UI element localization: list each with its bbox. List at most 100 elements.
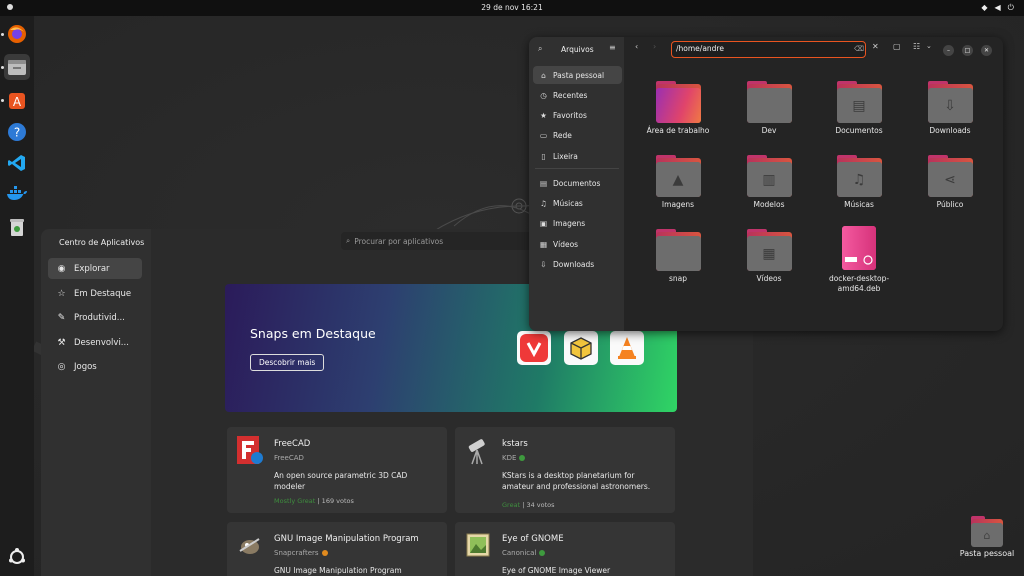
folder-music[interactable]: ♫ Músicas	[819, 155, 899, 210]
show-apps-button[interactable]	[4, 544, 30, 570]
files-title: Arquivos	[561, 45, 594, 54]
sidebar-item-label: Imagens	[553, 218, 586, 228]
app-center-sidebar: Centro de Aplicativos ◉ Explorar ☆ Em Dest…	[41, 229, 151, 576]
folder-label: snap	[668, 274, 688, 283]
sidebar-item-label: Recentes	[553, 90, 588, 100]
svg-text:?: ?	[14, 126, 20, 140]
sidebar-item-pictures[interactable]: ▣ Imagens	[533, 214, 622, 232]
folder-label: Público	[936, 200, 964, 209]
file-docker-deb[interactable]: docker-desktop-amd64.deb	[819, 225, 899, 294]
image-viewer-icon	[466, 533, 490, 557]
network-icon: ▭	[539, 130, 548, 140]
app-description: An open source parametric 3D CAD modeler	[274, 471, 408, 491]
star-developer-icon	[321, 550, 328, 556]
close-button[interactable]: ✕	[981, 45, 992, 56]
share-icon: ⋖	[927, 162, 973, 197]
close-location-button[interactable]: ✕	[872, 42, 879, 51]
files-sidebar-header: ⌕ Arquivos ≡	[529, 37, 624, 61]
back-button[interactable]: ‹	[635, 42, 638, 51]
folder-documents[interactable]: ▤ Documentos	[819, 81, 899, 136]
folder-public[interactable]: ⋖ Público	[910, 155, 990, 210]
nav-development[interactable]: ⚒ Desenvolvi...	[48, 332, 142, 353]
vscode-launcher[interactable]	[4, 150, 30, 176]
vlc-logo[interactable]	[610, 331, 644, 365]
nav-productivity[interactable]: ✎ Produtivid...	[48, 307, 142, 328]
trash-launcher[interactable]	[4, 214, 30, 240]
search-icon[interactable]: ⌕	[538, 44, 542, 54]
sidebar-item-starred[interactable]: ★ Favoritos	[533, 106, 622, 124]
app-card-kstars[interactable]: kstars KDE KStars is a desktop planetari…	[455, 427, 675, 513]
folder-dev[interactable]: Dev	[729, 81, 809, 136]
system-tray[interactable]: ◆ ◀ ⏻	[981, 3, 1014, 13]
folder-label: Músicas	[844, 200, 874, 209]
folder-label: Vídeos	[756, 274, 782, 283]
app-search-input[interactable]: ⌕ Procurar por aplicativos	[341, 232, 541, 250]
clear-location-icon[interactable]: ⌫	[854, 45, 864, 53]
folder-label: Área de trabalho	[646, 126, 710, 135]
menu-icon[interactable]: ≡	[609, 43, 616, 52]
trash-icon: ▯	[541, 151, 546, 161]
location-entry[interactable]: /home/andre	[671, 41, 866, 58]
download-icon: ⇩	[540, 259, 547, 269]
svg-text:A: A	[13, 95, 22, 109]
desktop-home-folder[interactable]: ⌂ Pasta pessoal	[956, 516, 1018, 558]
docker-launcher[interactable]	[4, 181, 30, 207]
star-icon: ☆	[57, 288, 66, 299]
document-icon: ▤	[539, 178, 548, 188]
app-card-freecad[interactable]: FreeCAD FreeCAD An open source parametri…	[227, 427, 447, 513]
folder-downloads[interactable]: ⇩ Downloads	[910, 81, 990, 136]
app-name: FreeCAD	[274, 439, 311, 449]
clock[interactable]: 29 de nov 16:21	[0, 3, 1024, 12]
clock-icon: ◷	[540, 90, 547, 100]
firefox-launcher[interactable]	[4, 21, 30, 47]
minimize-button[interactable]: –	[943, 45, 954, 56]
vivaldi-logo[interactable]	[517, 331, 551, 365]
gimp-icon	[239, 538, 260, 554]
sidebar-item-videos[interactable]: ▦ Vídeos	[533, 235, 622, 253]
view-options-chevron-down-icon[interactable]: ⌄	[926, 42, 932, 50]
sidebar-item-label: Favoritos	[553, 110, 587, 120]
new-folder-icon[interactable]: ▢	[893, 42, 901, 51]
banner-title: Snaps em Destaque	[250, 326, 376, 341]
sidebar-item-recent[interactable]: ◷ Recentes	[533, 86, 622, 104]
sidebar-item-home[interactable]: ⌂ Pasta pessoal	[533, 66, 622, 84]
ubuntu-logo-icon	[9, 548, 25, 564]
nav-featured[interactable]: ☆ Em Destaque	[48, 283, 142, 304]
home-icon: ⌂	[971, 523, 1003, 547]
search-icon: ⌕	[346, 236, 351, 245]
power-icon: ⏻	[1007, 3, 1014, 12]
nav-label: Em Destaque	[74, 288, 132, 299]
folder-videos[interactable]: ▦ Vídeos	[729, 229, 809, 284]
dock: A ?	[0, 16, 34, 576]
sidebar-item-label: Rede	[553, 130, 572, 140]
files-icon	[8, 60, 26, 75]
app-description: GNU Image Manipulation Program	[274, 566, 402, 575]
sidebar-item-network[interactable]: ▭ Rede	[533, 126, 622, 144]
files-launcher[interactable]	[4, 54, 30, 80]
folder-templates[interactable]: ▥ Modelos	[729, 155, 809, 210]
download-icon: ⇩	[927, 88, 973, 123]
template-icon: ▥	[746, 162, 792, 197]
folder-desktop[interactable]: Área de trabalho	[638, 81, 718, 136]
discover-more-button[interactable]: Descobrir mais	[250, 354, 325, 371]
verified-icon	[539, 550, 546, 556]
nav-games[interactable]: ◎ Jogos	[48, 356, 142, 377]
app-center-launcher[interactable]: A	[4, 87, 30, 113]
nav-explore[interactable]: ◉ Explorar	[48, 258, 142, 279]
home-icon: ⌂	[541, 70, 546, 80]
app-card-eog[interactable]: Eye of GNOME Canonical Eye of GNOME Imag…	[455, 522, 675, 576]
help-launcher[interactable]: ?	[4, 119, 30, 145]
forward-button[interactable]: ›	[653, 42, 656, 51]
list-view-icon[interactable]: ☷	[913, 42, 920, 51]
sidebar-item-music[interactable]: ♫ Músicas	[533, 194, 622, 212]
folder-snap[interactable]: snap	[638, 229, 718, 284]
box-app-logo[interactable]	[564, 331, 598, 365]
sidebar-item-trash[interactable]: ▯ Lixeira	[533, 147, 622, 165]
sidebar-item-documents[interactable]: ▤ Documentos	[533, 174, 622, 192]
sidebar-item-downloads[interactable]: ⇩ Downloads	[533, 255, 622, 273]
app-card-gimp[interactable]: GNU Image Manipulation Program Snapcraft…	[227, 522, 447, 576]
folder-pictures[interactable]: ▲ Imagens	[638, 155, 718, 210]
maximize-button[interactable]: □	[962, 45, 973, 56]
file-label: docker-desktop-amd64.deb	[828, 274, 890, 293]
deb-package-icon	[842, 226, 876, 270]
